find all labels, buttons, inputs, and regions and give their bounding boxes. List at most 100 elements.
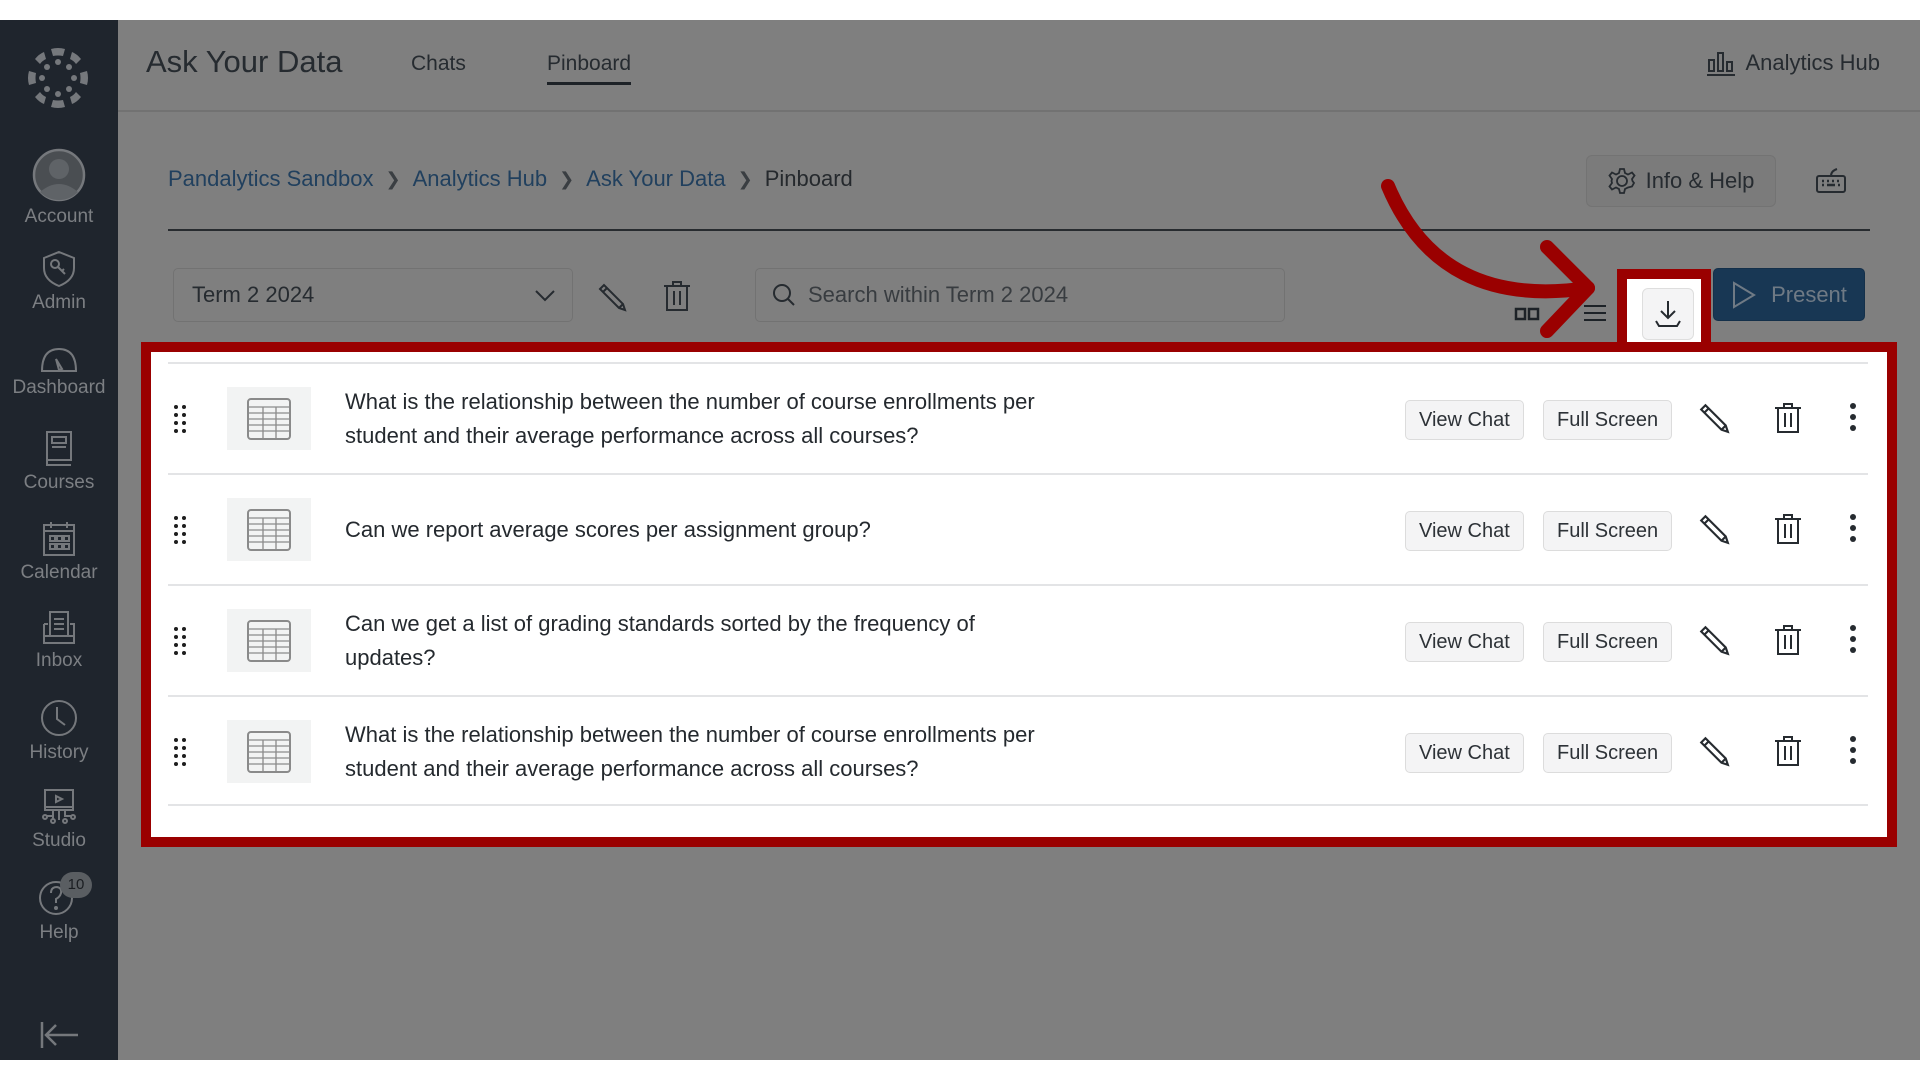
table-icon (247, 508, 291, 551)
breadcrumb-current: Pinboard (764, 166, 853, 191)
nav-courses[interactable]: Courses (0, 430, 118, 494)
nav-label: Courses (23, 472, 95, 493)
courses-book-icon (46, 431, 72, 466)
pin-question: What is the relationship between the num… (345, 721, 1035, 781)
nav-label: Inbox (35, 650, 83, 671)
nav-dashboard[interactable]: Dashboard (0, 345, 118, 399)
present-button[interactable]: Present (1713, 268, 1865, 321)
more-options-icon[interactable] (1849, 513, 1857, 543)
more-options-icon[interactable] (1849, 624, 1857, 654)
nav-calendar[interactable]: Calendar (0, 520, 118, 584)
analytics-hub-label: Analytics Hub (1745, 50, 1880, 75)
pin-row: What is the relationship between the num… (168, 695, 1868, 806)
calendar-icon (43, 522, 75, 556)
delete-term-trash-icon[interactable] (662, 280, 692, 312)
analytics-hub-link[interactable]: Analytics Hub (1707, 50, 1880, 76)
nav-label: Studio (32, 830, 86, 851)
table-thumbnail[interactable] (227, 609, 311, 672)
app-title: Ask Your Data (146, 44, 343, 79)
edit-pencil-icon[interactable] (1698, 513, 1730, 545)
play-icon (1733, 280, 1757, 309)
app-window: Account Admin Dashboard Courses Calendar… (0, 20, 1920, 1060)
nav-account[interactable]: Account (0, 148, 118, 228)
global-nav: Account Admin Dashboard Courses Calendar… (0, 20, 118, 1060)
present-label: Present (1771, 281, 1847, 307)
nav-admin[interactable]: Admin (0, 250, 118, 314)
collapse-nav-icon[interactable] (38, 1020, 80, 1050)
pin-row: Can we get a list of grading standards s… (168, 584, 1868, 695)
view-chat-button[interactable]: View Chat (1405, 400, 1524, 440)
delete-trash-icon[interactable] (1773, 513, 1803, 545)
table-icon (247, 397, 291, 440)
download-button[interactable] (1642, 288, 1694, 340)
full-screen-button[interactable]: Full Screen (1543, 511, 1673, 551)
inbox-icon (43, 611, 75, 644)
table-thumbnail[interactable] (227, 498, 311, 561)
pin-row: Can we report average scores per assignm… (168, 473, 1868, 584)
table-thumbnail[interactable] (227, 387, 311, 450)
view-chat-button[interactable]: View Chat (1405, 511, 1524, 551)
delete-trash-icon[interactable] (1773, 402, 1803, 434)
account-avatar-icon (32, 148, 86, 202)
pin-question: What is the relationship between the num… (345, 388, 1035, 448)
more-options-icon[interactable] (1849, 402, 1857, 432)
annotation-highlight-pin-list: What is the relationship between the num… (141, 342, 1897, 847)
drag-handle-icon[interactable] (173, 737, 187, 767)
header-divider (168, 229, 1870, 231)
full-screen-button[interactable]: Full Screen (1543, 400, 1673, 440)
view-chat-button[interactable]: View Chat (1405, 622, 1524, 662)
nav-label: Account (24, 206, 94, 227)
drag-handle-icon[interactable] (173, 515, 187, 545)
admin-shield-icon (43, 250, 75, 288)
view-chat-button[interactable]: View Chat (1405, 733, 1524, 773)
chevron-right-icon: ❯ (385, 168, 401, 189)
table-icon (247, 619, 291, 662)
nav-label: Admin (32, 292, 86, 313)
drag-handle-icon[interactable] (173, 626, 187, 656)
info-help-button[interactable]: Info & Help (1586, 155, 1776, 207)
edit-pencil-icon[interactable] (1698, 735, 1730, 767)
search-icon (773, 284, 795, 306)
nav-label: Calendar (20, 562, 98, 583)
edit-pencil-icon[interactable] (1698, 402, 1730, 434)
keyboard-shortcuts-icon[interactable] (1815, 168, 1847, 194)
chevron-right-icon: ❯ (737, 168, 753, 189)
delete-trash-icon[interactable] (1773, 735, 1803, 767)
info-help-label: Info & Help (1645, 168, 1755, 193)
canvas-logo-icon[interactable] (27, 47, 89, 109)
breadcrumb: Pandalytics Sandbox ❯ Analytics Hub ❯ As… (168, 166, 853, 192)
breadcrumb-link[interactable]: Analytics Hub (413, 166, 548, 192)
nav-label: Dashboard (12, 377, 106, 398)
edit-pencil-icon[interactable] (1698, 624, 1730, 656)
more-options-icon[interactable] (1849, 735, 1857, 765)
chevron-right-icon: ❯ (559, 168, 575, 189)
nav-history[interactable]: History (0, 698, 118, 764)
breadcrumb-link[interactable]: Pandalytics Sandbox (168, 166, 373, 192)
full-screen-button[interactable]: Full Screen (1543, 733, 1673, 773)
edit-term-pencil-icon[interactable] (597, 282, 627, 312)
pin-row: What is the relationship between the num… (168, 362, 1868, 473)
term-select-value: Term 2 2024 (192, 282, 315, 307)
top-bar: Ask Your Data Chats Pinboard Analytics H… (118, 20, 1920, 112)
search-input[interactable] (808, 282, 1248, 308)
nav-studio[interactable]: Studio (0, 788, 118, 852)
search-field[interactable] (755, 268, 1285, 322)
pin-question: Can we report average scores per assignm… (345, 516, 871, 542)
full-screen-button[interactable]: Full Screen (1543, 622, 1673, 662)
nav-label: History (29, 742, 89, 763)
chevron-down-icon (535, 290, 555, 302)
bar-chart-icon (1707, 52, 1736, 76)
delete-trash-icon[interactable] (1773, 624, 1803, 656)
tab-chats[interactable]: Chats (411, 52, 466, 82)
list-view-icon[interactable] (1584, 303, 1606, 323)
grid-view-icon[interactable] (1514, 307, 1540, 321)
table-thumbnail[interactable] (227, 720, 311, 783)
history-clock-icon (41, 700, 77, 736)
tab-pinboard[interactable]: Pinboard (547, 52, 632, 85)
drag-handle-icon[interactable] (173, 404, 187, 434)
nav-help[interactable]: 10 Help (0, 872, 118, 944)
gear-icon (1607, 168, 1636, 194)
breadcrumb-link[interactable]: Ask Your Data (586, 166, 725, 192)
nav-inbox[interactable]: Inbox (0, 610, 118, 672)
term-select[interactable]: Term 2 2024 (173, 268, 573, 322)
